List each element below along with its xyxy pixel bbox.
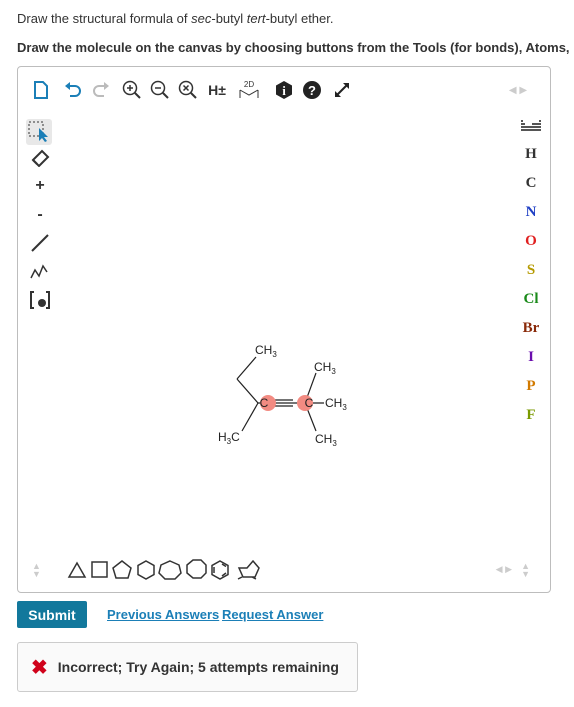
instruction-text: Draw the molecule on the canvas by choos… xyxy=(17,40,570,55)
drawing-panel: H± 2D i ? ◀ ▶ + - C C CH3 CH3 CH3 CH3 H3… xyxy=(17,66,551,593)
triangle-ring-icon xyxy=(67,561,87,578)
hydrogen-toggle-button[interactable]: H± xyxy=(204,79,230,101)
clean-2d-button[interactable]: 2D xyxy=(236,79,262,101)
question-text: Draw the structural formula of sec-butyl… xyxy=(17,11,334,26)
atom-button-f[interactable]: F xyxy=(516,407,546,424)
previous-answers-link[interactable]: Previous Answers xyxy=(107,607,219,622)
fullscreen-icon[interactable] xyxy=(332,79,352,101)
undo-icon[interactable] xyxy=(64,79,82,101)
help-icon[interactable]: ? xyxy=(302,79,322,101)
new-document-icon[interactable] xyxy=(32,79,50,101)
incorrect-x-icon: ✖ xyxy=(31,656,48,679)
pentagon-ring-icon xyxy=(112,560,132,579)
heptagon-ring-icon xyxy=(158,560,182,580)
carbon-label-2: C xyxy=(305,396,314,410)
top-toolbar: H± 2D i ? ◀ ▶ xyxy=(18,67,550,111)
ring-templates xyxy=(67,559,260,580)
submit-button[interactable]: Submit xyxy=(17,601,87,628)
request-answer-link[interactable]: Request Answer xyxy=(222,607,323,622)
atom-button-o[interactable]: O xyxy=(516,233,546,250)
tools-sidebar: + - xyxy=(18,111,58,581)
hexagon-ring-icon xyxy=(137,560,155,580)
methyl-right-label: CH3 xyxy=(325,396,347,412)
svg-text:i: i xyxy=(282,83,286,98)
atom-button-n[interactable]: N xyxy=(516,204,546,221)
molecule-canvas[interactable]: C C CH3 CH3 CH3 CH3 H3C xyxy=(58,111,510,561)
benzene-ring-icon xyxy=(211,560,229,580)
atom-button-c[interactable]: C xyxy=(516,175,546,192)
feedback-box: ✖ Incorrect; Try Again; 5 attempts remai… xyxy=(17,642,358,692)
redo-icon[interactable] xyxy=(92,79,110,101)
atom-button-p[interactable]: P xyxy=(516,378,546,395)
methyl-right-top-label: CH3 xyxy=(314,360,336,376)
custom-ring-icon xyxy=(237,559,260,580)
zoom-out-icon[interactable] xyxy=(150,79,170,101)
carbon-label-1: C xyxy=(260,396,269,410)
atoms-sidebar: H C N O S Cl Br I P F xyxy=(510,111,550,581)
svg-text:?: ? xyxy=(308,83,316,98)
info-icon[interactable]: i xyxy=(274,79,294,101)
zoom-in-icon[interactable] xyxy=(122,79,142,101)
periodic-table-icon[interactable] xyxy=(516,119,546,138)
square-ring-icon xyxy=(91,561,108,578)
octagon-ring-icon xyxy=(186,559,207,579)
atom-button-s[interactable]: S xyxy=(516,262,546,279)
shapes-scroll-updown-icon[interactable]: ▲ ▼ xyxy=(32,562,41,579)
atom-button-i[interactable]: I xyxy=(516,349,546,366)
feedback-text: Incorrect; Try Again; 5 attempts remaini… xyxy=(57,659,339,675)
zoom-reset-icon[interactable] xyxy=(178,79,198,101)
methyl-right-bottom-label: CH3 xyxy=(315,432,337,448)
molecule-structure: C C CH3 CH3 CH3 CH3 H3C xyxy=(218,343,347,448)
methyl-left-label: H3C xyxy=(218,430,240,446)
charge-minus-icon[interactable]: - xyxy=(28,203,52,227)
atom-button-br[interactable]: Br xyxy=(516,320,546,337)
single-bond-tool-icon[interactable] xyxy=(28,231,52,255)
atom-button-h[interactable]: H xyxy=(516,146,546,163)
clean-2d-label: 2D xyxy=(244,80,254,89)
charge-plus-icon[interactable]: + xyxy=(28,174,52,198)
chain-tool-icon[interactable] xyxy=(28,259,52,283)
methyl-top-label: CH3 xyxy=(255,343,277,359)
atom-button-cl[interactable]: Cl xyxy=(516,291,546,308)
template-tool-icon[interactable] xyxy=(28,288,52,312)
shapes-toolbar: ▲ ▼ ◀ ▶ ▲ ▼ xyxy=(18,548,550,592)
toolbar-scroll-arrows-icon[interactable]: ◀ ▶ xyxy=(507,79,529,101)
select-tool-icon[interactable] xyxy=(26,119,52,145)
shapes-scroll-leftright-icon[interactable]: ◀ ▶ xyxy=(496,564,512,575)
shapes-scroll-updown-right-icon[interactable]: ▲ ▼ xyxy=(521,562,530,579)
eraser-tool-icon[interactable] xyxy=(28,145,52,169)
